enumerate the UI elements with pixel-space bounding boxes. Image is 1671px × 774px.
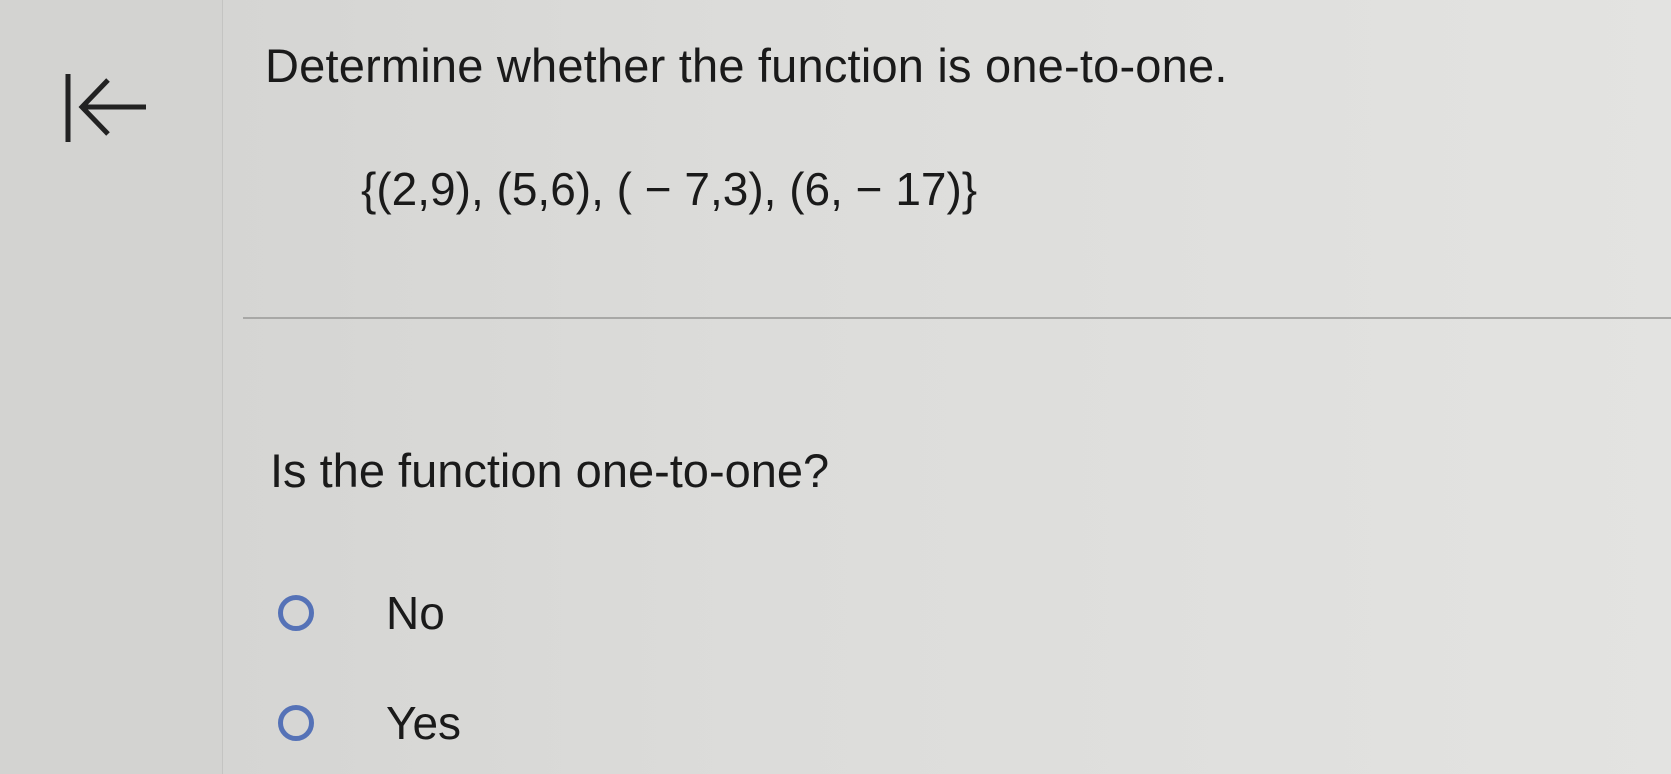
question-title: Determine whether the function is one-to… bbox=[265, 39, 1228, 92]
go-to-first-button[interactable] bbox=[62, 62, 152, 152]
option-yes-label: Yes bbox=[386, 697, 462, 749]
radio-yes[interactable] bbox=[278, 705, 314, 741]
question-prompt: Is the function one-to-one? bbox=[270, 444, 830, 497]
section-divider bbox=[243, 317, 1671, 319]
first-page-arrow-icon bbox=[65, 74, 146, 142]
function-set-expression: {(2,9), (5,6), ( − 7,3), (6, − 17)} bbox=[361, 163, 978, 215]
option-no-label: No bbox=[386, 587, 445, 639]
radio-no[interactable] bbox=[278, 595, 314, 631]
option-yes[interactable]: Yes bbox=[278, 700, 461, 746]
option-no[interactable]: No bbox=[278, 590, 445, 636]
